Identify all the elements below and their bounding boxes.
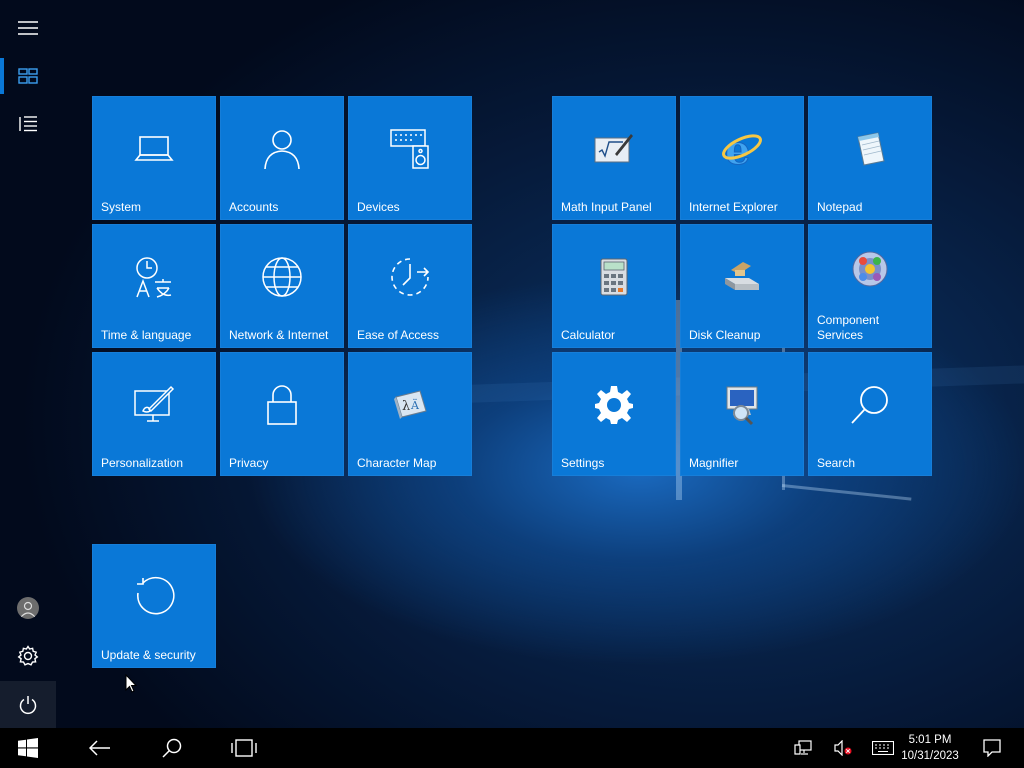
all-apps-button[interactable] — [0, 100, 56, 148]
tile-settings[interactable]: Settings — [552, 352, 676, 476]
tile-system[interactable]: System — [92, 96, 216, 220]
clock-date: 10/31/2023 — [901, 750, 959, 762]
character-map-icon: λÄ — [394, 390, 427, 419]
power-button[interactable] — [0, 681, 56, 729]
tile-label: Ease of Access — [357, 328, 440, 342]
tile-label: Devices — [357, 200, 400, 214]
tile-time-language[interactable]: Time & language — [92, 224, 216, 348]
list-icon — [19, 116, 37, 132]
calculator-icon — [600, 258, 628, 296]
lock-icon — [267, 385, 297, 425]
tile-label: Settings — [561, 456, 605, 470]
disk-cleanup-icon — [725, 262, 759, 290]
tile-personalization[interactable]: Personalization — [92, 352, 216, 476]
search-icon — [851, 386, 888, 424]
tile-magnifier[interactable]: Magnifier — [680, 352, 804, 476]
tile-label: Network & Internet — [229, 328, 329, 342]
tile-label: Magnifier — [689, 456, 739, 470]
hamburger-icon — [18, 21, 38, 35]
svg-text:Ä: Ä — [410, 398, 420, 412]
globe-icon — [262, 257, 302, 297]
magnifier-icon — [726, 386, 758, 426]
tile-notepad[interactable]: Notepad — [808, 96, 932, 220]
math-input-icon — [594, 134, 633, 163]
tile-component-services[interactable]: Component Services — [808, 224, 932, 348]
svg-text:e: e — [725, 128, 750, 170]
tile-disk-cleanup[interactable]: Disk Cleanup — [680, 224, 804, 348]
expand-menu-button[interactable] — [0, 4, 56, 52]
start-button[interactable] — [4, 728, 52, 768]
windows-logo-icon — [18, 738, 38, 758]
volume-muted-icon — [834, 740, 852, 756]
tile-label: Update & security — [101, 648, 196, 662]
tile-label: Calculator — [561, 328, 616, 342]
back-button[interactable] — [76, 728, 124, 768]
tiles-icon — [18, 68, 38, 84]
ease-of-access-icon — [391, 258, 430, 296]
action-center-button[interactable] — [968, 728, 1016, 768]
keyboard-speaker-icon — [390, 129, 429, 169]
clock-time: 5:01 PM — [908, 734, 952, 746]
wallpaper-light-beam — [781, 484, 912, 501]
tile-label: Search — [817, 456, 856, 470]
gear-icon — [17, 645, 39, 666]
tile-update-security[interactable]: Update & security — [92, 544, 216, 668]
tile-label: Time & language — [101, 328, 192, 342]
refresh-icon — [137, 576, 175, 615]
tile-label: Notepad — [817, 200, 863, 214]
tile-label: Personalization — [101, 456, 184, 470]
back-arrow-icon — [89, 740, 110, 756]
search-button[interactable] — [148, 728, 196, 768]
tile-label: Internet Explorer — [689, 200, 778, 214]
taskbar-clock[interactable]: 5:01 PM 10/31/2023 — [894, 732, 966, 764]
tile-character-map[interactable]: λÄ Character Map — [348, 352, 472, 476]
tile-label: Privacy — [229, 456, 269, 470]
laptop-icon — [134, 136, 174, 161]
tile-calculator[interactable]: Calculator — [552, 224, 676, 348]
tile-math-input-panel[interactable]: Math Input Panel — [552, 96, 676, 220]
action-center-icon — [983, 739, 1001, 757]
tile-ease-of-access[interactable]: Ease of Access — [348, 224, 472, 348]
power-icon — [19, 696, 37, 715]
keyboard-icon — [872, 741, 894, 755]
mouse-cursor-icon — [125, 674, 137, 693]
tile-privacy[interactable]: Privacy — [220, 352, 344, 476]
notepad-icon — [857, 132, 885, 166]
tile-internet-explorer[interactable]: e Internet Explorer — [680, 96, 804, 220]
time-language-icon — [136, 257, 172, 298]
pinned-tiles-button[interactable] — [0, 52, 56, 100]
tile-label: Character Map — [357, 456, 437, 470]
gear-icon — [595, 386, 633, 424]
paint-monitor-icon — [134, 385, 175, 422]
tile-network-internet[interactable]: Network & Internet — [220, 224, 344, 348]
tile-devices[interactable]: Devices — [348, 96, 472, 220]
internet-explorer-icon: e — [722, 128, 762, 170]
search-icon — [162, 738, 182, 758]
tile-search[interactable]: Search — [808, 352, 932, 476]
tile-label: Disk Cleanup — [689, 328, 761, 342]
tile-label: Component Services — [817, 313, 880, 342]
start-left-rail — [0, 0, 56, 729]
task-view-icon — [231, 739, 257, 757]
person-icon — [264, 130, 300, 170]
taskbar: 5:01 PM 10/31/2023 — [0, 728, 1024, 768]
settings-button[interactable] — [0, 632, 56, 680]
tile-label: Accounts — [229, 200, 279, 214]
tile-label: Math Input Panel — [561, 200, 652, 214]
tile-accounts[interactable]: Accounts — [220, 96, 344, 220]
user-avatar-icon — [17, 597, 39, 619]
tile-label: System — [101, 200, 142, 214]
task-view-button[interactable] — [220, 728, 268, 768]
component-services-icon — [852, 251, 888, 287]
network-icon — [794, 740, 812, 755]
svg-text:λ: λ — [402, 399, 410, 414]
user-account-button[interactable] — [0, 584, 56, 632]
